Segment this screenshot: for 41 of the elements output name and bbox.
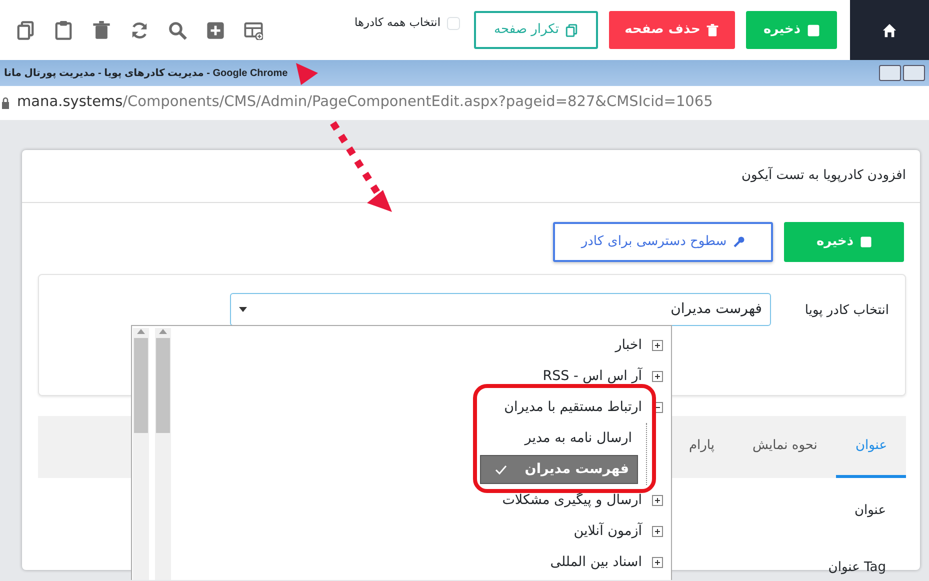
lock-icon [2,97,9,109]
tree-item[interactable]: ارسال و پیگیری مشکلات [496,487,648,514]
clipboard-icon[interactable] [54,20,73,40]
add-box-icon[interactable] [206,20,225,40]
key-icon [732,236,745,248]
trash-icon[interactable] [92,20,111,40]
tree-item[interactable]: آزمون آنلاین [568,518,648,545]
field-label: عنوان [853,502,887,520]
scrollbar[interactable] [133,328,149,580]
tree-item[interactable]: آر اس اس - RSS [536,363,648,390]
expand-icon[interactable] [652,557,663,568]
copy-icon[interactable] [16,20,35,40]
delete-page-button[interactable]: حذف صفحه [609,11,735,49]
tab[interactable]: نحوه نمایش [733,416,836,478]
tree-item[interactable]: اسناد بین المللی [544,549,648,576]
trash-icon [706,24,720,36]
tree-item[interactable]: اخبار [609,332,648,359]
caret-icon [239,307,247,312]
expand-icon[interactable] [652,526,663,537]
maximize-button[interactable] [903,65,925,81]
check-icon [494,464,507,474]
tree-item[interactable]: فهرست مدیران [480,455,638,484]
tree-item[interactable]: ارتباط مستقیم با مدیران [498,394,648,421]
scrollbar[interactable] [155,328,171,580]
expand-icon[interactable] [652,495,663,506]
select-all-checkbox[interactable] [447,16,460,30]
expand-icon[interactable] [652,340,663,351]
tab[interactable]: پارام [670,416,734,478]
window-title: مدیریت کادرهای پویا - مدیریت پورتال مانا - Google Chrome [4,66,288,80]
field-label: Tag عنوان [827,558,887,577]
copy-icon [564,24,578,36]
home-icon [882,22,897,38]
select-all-label: انتخاب همه کادرها [354,14,440,32]
refresh-icon[interactable] [130,20,149,40]
tree-item[interactable]: ارسال نامه به مدیر [518,425,638,452]
search-icon[interactable] [168,20,187,40]
expand-icon[interactable] [652,371,663,382]
layout-add-icon[interactable] [244,20,263,40]
field-label: انتخاب کادر پویا [804,302,890,320]
access-levels-button[interactable]: سطوح دسترسی برای کادر [553,222,773,262]
minimize-button[interactable] [879,65,901,81]
